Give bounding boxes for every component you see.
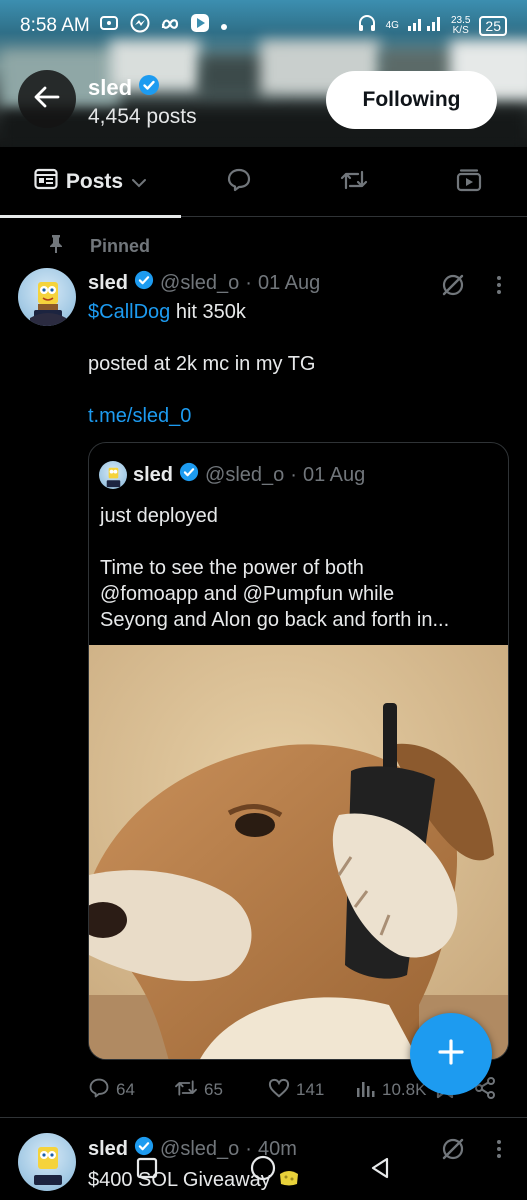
signal-icon: [407, 15, 442, 37]
status-time: 8:58 AM: [20, 15, 90, 36]
following-button[interactable]: Following: [326, 71, 497, 129]
plus-icon: [436, 1037, 466, 1072]
pinned-indicator: Pinned: [48, 234, 150, 259]
meta-separator: ·: [290, 463, 297, 486]
quoted-tweet[interactable]: sled @sled_o · 01 Aug just deployed Time…: [88, 442, 509, 1060]
quote-avatar: [99, 461, 127, 489]
system-navigation-bar: [0, 1140, 527, 1200]
tab-posts-label: Posts: [65, 170, 124, 193]
tweet-top-actions: [440, 272, 502, 303]
heart-icon: [268, 1078, 290, 1103]
tweet-author-name[interactable]: sled: [88, 272, 128, 295]
tweet-header: sled @sled_o · 01 Aug: [88, 270, 320, 296]
system-back-button[interactable]: [368, 1156, 392, 1185]
profile-title: sled 4,454 posts: [88, 74, 197, 129]
quote-line-3: @fomoapp and @Pumpfun while: [100, 583, 395, 605]
quote-date: 01 Aug: [302, 463, 366, 486]
quote-author-name: sled: [133, 463, 174, 486]
like-count: 141: [296, 1080, 325, 1099]
chevron-down-icon: [131, 170, 147, 194]
compose-post-button[interactable]: [410, 1013, 492, 1095]
home-button[interactable]: [249, 1154, 277, 1187]
profile-name: sled: [88, 75, 133, 100]
verified-badge-icon: [138, 74, 160, 102]
tweet-date[interactable]: 01 Aug: [258, 272, 320, 295]
reply-icon: [88, 1077, 110, 1104]
grok-icon[interactable]: [440, 272, 466, 303]
tab-replies[interactable]: [181, 147, 296, 217]
replies-icon: [226, 167, 252, 198]
meta-separator: ·: [245, 271, 252, 294]
views-count: 10.8K: [382, 1080, 427, 1099]
posts-icon: [34, 168, 58, 196]
avatar[interactable]: [18, 268, 76, 326]
network-type: 4G: [385, 20, 399, 31]
tweet-line-2: posted at 2k mc in my TG: [88, 353, 316, 375]
more-options-icon[interactable]: [496, 275, 502, 300]
battery-level: 25: [485, 18, 501, 34]
quote-media-image[interactable]: [89, 645, 508, 1059]
views-icon: [356, 1078, 376, 1103]
quote-header: sled @sled_o · 01 Aug: [99, 461, 365, 489]
meta-icon: [160, 15, 180, 37]
battery-icon: 25: [479, 16, 507, 36]
recent-apps-button[interactable]: [135, 1156, 159, 1185]
reply-action[interactable]: 64: [88, 1077, 174, 1104]
cashtag-link[interactable]: $CallDog: [88, 301, 170, 323]
profile-tabs: Posts: [0, 147, 527, 218]
repost-count: 65: [204, 1080, 223, 1099]
speed-unit: K/S: [452, 25, 469, 36]
quote-line-1: just deployed: [100, 505, 218, 527]
arrow-left-icon: [34, 86, 60, 113]
quote-handle: @sled_o: [205, 463, 285, 486]
notification-dot-icon: [220, 15, 228, 37]
quote-line-2: Time to see the power of both: [100, 557, 364, 579]
back-button[interactable]: [18, 70, 76, 128]
tab-posts[interactable]: Posts: [0, 147, 181, 218]
posts-count: 4,454 posts: [88, 105, 197, 128]
telegram-link[interactable]: t.me/sled_0: [88, 405, 191, 428]
hotspot-icon: [99, 14, 120, 38]
tab-media[interactable]: [411, 147, 526, 217]
verified-badge-icon: [179, 462, 199, 488]
media-icon: [456, 168, 482, 197]
like-action[interactable]: 141: [268, 1078, 356, 1103]
pin-icon: [48, 234, 64, 259]
messenger-icon: [130, 13, 150, 39]
headset-icon: [357, 13, 377, 39]
retweet-icon: [340, 168, 368, 197]
status-bar: 8:58 AM 4G 23.5 K/S 25: [0, 0, 527, 52]
network-speed: 23.5 K/S: [451, 16, 470, 36]
tweet-line-1: $CallDog hit 350k: [88, 301, 246, 324]
repost-action[interactable]: 65: [174, 1078, 268, 1103]
tab-reposts[interactable]: [296, 147, 411, 217]
reply-count: 64: [116, 1080, 135, 1099]
retweet-icon: [174, 1078, 198, 1103]
profile-header-banner: 8:58 AM 4G 23.5 K/S 25 sled 4,454 posts …: [0, 0, 527, 147]
tweet-divider: [0, 1117, 527, 1118]
verified-badge-icon: [134, 270, 154, 296]
pinned-label: Pinned: [90, 236, 151, 256]
play-app-icon: [190, 13, 210, 39]
quote-line-4: Seyong and Alon go back and forth in...: [100, 609, 450, 631]
tweet-handle[interactable]: @sled_o: [160, 272, 239, 295]
tweet-line-1-text: hit 350k: [170, 301, 246, 323]
